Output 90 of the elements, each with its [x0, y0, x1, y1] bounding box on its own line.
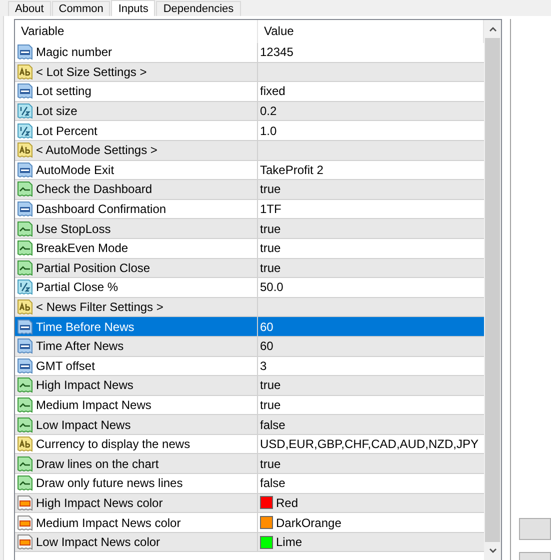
- table-row[interactable]: < Lot Size Settings >: [15, 62, 484, 82]
- variable-value: false: [260, 418, 286, 432]
- text-icon: [17, 436, 33, 452]
- variable-value: true: [260, 260, 281, 275]
- variable-name: Dashboard Confirmation: [36, 202, 166, 216]
- tab[interactable]: About: [8, 1, 51, 16]
- variable-value: true: [260, 398, 281, 412]
- variable-name: Draw only future news lines: [36, 476, 183, 490]
- variable-value: USD,EUR,GBP,CHF,CAD,AUD,NZD,JPY: [260, 437, 478, 452]
- variable-name: High Impact News color: [36, 496, 163, 510]
- variable-value: false: [260, 476, 286, 490]
- variable-name: Lot size: [36, 104, 78, 118]
- table-row[interactable]: Partial Position Close true: [15, 258, 484, 278]
- variable-value: true: [260, 378, 281, 392]
- variable-name: < News Filter Settings >: [36, 300, 164, 314]
- fraction-icon: [17, 122, 33, 139]
- variable-name: Medium Impact News: [36, 398, 152, 412]
- table-row[interactable]: Partial Close % 50.0: [15, 278, 484, 298]
- variable-name: Time Before News: [36, 320, 134, 334]
- table-row[interactable]: Use StopLoss true: [15, 219, 484, 239]
- table-row[interactable]: Draw only future news lines false: [15, 474, 484, 494]
- table-row[interactable]: Currency to display the news USD,EUR,GBP,CHF,CAD,AUD,NZD,JPY: [15, 434, 484, 454]
- table-row[interactable]: Time After News 60: [15, 336, 484, 356]
- tab[interactable]: Dependencies: [156, 1, 241, 16]
- table-row[interactable]: Lot size 0.2: [15, 102, 484, 122]
- variable-value: 60: [260, 320, 274, 334]
- variable-name: High Impact News: [36, 378, 134, 392]
- variable-name: Low Impact News color: [36, 535, 160, 550]
- variable-name: AutoMode Exit: [36, 162, 114, 177]
- scroll-up-icon[interactable]: [488, 25, 498, 33]
- table-row[interactable]: Draw lines on the chart true: [15, 454, 484, 474]
- table-row[interactable]: BreakEven Mode true: [15, 238, 484, 259]
- variable-name: Check the Dashboard: [36, 182, 152, 196]
- variable-name: Currency to display the news: [36, 437, 190, 452]
- text-icon: [17, 142, 33, 158]
- variable-name: < AutoMode Settings >: [36, 143, 158, 158]
- table-row[interactable]: Time Before News 60: [15, 317, 484, 337]
- table-row[interactable]: Low Impact News false: [15, 415, 484, 435]
- variable-name: Magic number: [36, 45, 112, 60]
- table-row[interactable]: GMT offset 3: [15, 356, 484, 376]
- variable-name: Time After News: [36, 339, 124, 354]
- variable-value: 1.0: [260, 124, 277, 138]
- variable-name: Partial Close %: [36, 280, 118, 294]
- variable-name: BreakEven Mode: [36, 241, 128, 256]
- table-row[interactable]: AutoMode Exit TakeProfit 2: [15, 160, 484, 180]
- tab[interactable]: Inputs: [111, 0, 156, 16]
- variable-name: Lot Percent: [36, 124, 98, 138]
- table-row[interactable]: Medium Impact News true: [15, 396, 484, 416]
- variable-value: 1TF: [260, 202, 282, 216]
- fraction-icon: [17, 103, 33, 120]
- side-button[interactable]: [519, 518, 551, 540]
- table-row[interactable]: High Impact News color Red: [15, 494, 484, 514]
- variable-name: Lot setting: [36, 84, 92, 98]
- variable-name: Low Impact News: [36, 418, 131, 432]
- variable-value: 3: [260, 358, 267, 373]
- variable-name: GMT offset: [36, 358, 95, 373]
- variable-value: true: [260, 222, 281, 236]
- text-icon: [17, 64, 33, 80]
- table-row[interactable]: High Impact News true: [15, 376, 484, 396]
- variable-value: fixed: [260, 84, 286, 98]
- table-row[interactable]: Low Impact News color Lime: [15, 532, 484, 552]
- table-row[interactable]: Magic number 12345: [15, 43, 484, 63]
- table-row[interactable]: Medium Impact News color DarkOrange: [15, 513, 484, 533]
- scrollbar[interactable]: [484, 20, 501, 560]
- variable-value: Lime: [276, 535, 302, 550]
- table-row[interactable]: < AutoMode Settings >: [15, 140, 484, 161]
- variable-name: Draw lines on the chart: [36, 456, 159, 471]
- variable-name: Use StopLoss: [36, 222, 111, 236]
- scroll-down-icon[interactable]: [488, 547, 498, 555]
- variable-value: 50.0: [260, 280, 284, 294]
- text-icon: [17, 299, 33, 316]
- variable-value: 60: [260, 339, 274, 354]
- variable-value: Red: [276, 496, 298, 510]
- variable-value: true: [260, 241, 281, 256]
- variable-value: DarkOrange: [276, 516, 342, 530]
- table-row[interactable]: Lot Percent 1.0: [15, 121, 484, 141]
- variable-name: < Lot Size Settings >: [36, 64, 147, 79]
- variable-value: 0.2: [260, 104, 277, 118]
- variable-value: TakeProfit 2: [260, 162, 324, 177]
- table-row[interactable]: Check the Dashboard true: [15, 180, 484, 200]
- tab[interactable]: Common: [52, 1, 110, 16]
- table-row[interactable]: Lot setting fixed: [15, 82, 484, 102]
- variable-name: Medium Impact News color: [36, 516, 181, 530]
- variable-value: true: [260, 182, 281, 196]
- table-row[interactable]: Dashboard Confirmation 1TF: [15, 200, 484, 220]
- variable-name: Partial Position Close: [36, 260, 150, 275]
- variable-value: 12345: [260, 45, 294, 60]
- table-row[interactable]: < News Filter Settings >: [15, 298, 484, 318]
- variable-value: true: [260, 456, 281, 471]
- fraction-icon: [17, 279, 33, 296]
